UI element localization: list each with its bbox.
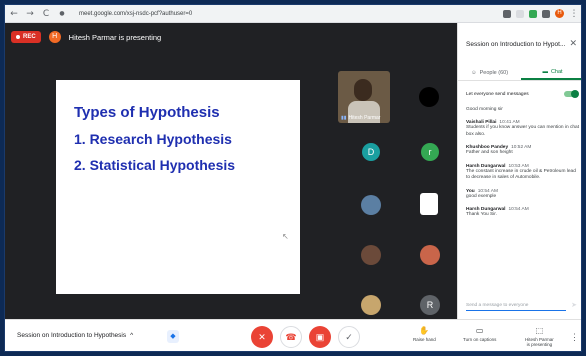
participant-tile[interactable]: r (421, 143, 439, 161)
hand-icon: ✋ (419, 326, 430, 335)
presenting-button[interactable]: ⬚ Hitesh Parmar is presenting (525, 326, 554, 347)
more-options-icon[interactable]: ⋮ (570, 332, 579, 343)
reload-icon[interactable]: C (41, 9, 51, 19)
meeting-title: Session on Introduction to Hypothesis (17, 332, 127, 339)
message: Khushboo Pandey 10:52 AM Father and son h… (466, 145, 532, 156)
audio-bars-icon: ▮▮ (341, 115, 347, 121)
camera-off-button[interactable]: ▣ (309, 326, 331, 348)
leave-call-button[interactable]: ☎ (280, 326, 302, 348)
extension-icons: H ⋮ (503, 9, 579, 19)
back-icon[interactable]: ← (9, 9, 19, 19)
slide-item: 2. Statistical Hypothesis (74, 157, 236, 173)
participant-tile[interactable] (361, 295, 381, 315)
record-dot-icon (16, 35, 20, 39)
lock-icon: ● (59, 10, 65, 17)
recording-header: REC H Hitesh Parmar is presenting (11, 31, 161, 43)
check-icon: ✓ (345, 331, 353, 342)
panel-title: Session on Introduction to Hypot... (466, 41, 566, 48)
message: Harsh Dungarwal 10:54 AM Thank You Sir. (466, 207, 529, 218)
forward-icon[interactable]: → (25, 9, 35, 19)
message: Vaishali Pillai 10:41 AM Students if you … (466, 120, 580, 137)
participant-tile[interactable] (420, 245, 440, 265)
captions-button[interactable]: ▭ Turn on captions (463, 326, 496, 342)
message: You 10:54 AM good exemple (466, 188, 498, 199)
tab-people[interactable]: ☺ People (60) (458, 65, 521, 80)
meeting-details[interactable]: Session on Introduction to Hypothesis ^ (17, 332, 133, 339)
message: Good morning sir (466, 107, 503, 112)
presenter-avatar: H (48, 31, 61, 43)
puzzle-icon[interactable] (542, 9, 550, 18)
video-name-label: ▮▮ Hitesh Parmar (341, 115, 381, 121)
message-list: Good morning sir Vaishali Pillai 10:41 AM… (466, 107, 580, 226)
camera-icon[interactable] (503, 9, 511, 18)
participant-tile[interactable]: D (362, 143, 380, 161)
browser-window: ← → C ● meet.google.com/xsj-nsdc-pcf?aut… (4, 4, 582, 352)
participant-tile[interactable] (420, 193, 438, 215)
participant-tile[interactable] (361, 245, 381, 265)
shield-icon[interactable]: ◆ (167, 330, 179, 343)
toggle-label: Let everyone send messages (466, 91, 529, 97)
chevron-up-icon: ^ (130, 332, 134, 339)
people-icon: ☺ (470, 69, 477, 76)
address-bar[interactable]: meet.google.com/xsj-nsdc-pcf?authuser=0 (79, 11, 497, 17)
star-icon[interactable] (516, 9, 524, 18)
tab-chat[interactable]: ▬ Chat (521, 65, 581, 80)
menu-dots-icon[interactable]: ⋮ (569, 9, 579, 19)
message: Harsh Dungarwal 10:53 AM The constant inc… (466, 163, 576, 181)
send-messages-toggle-row: Let everyone send messages (466, 89, 579, 98)
slide-title: Types of Hypothesis (74, 104, 220, 121)
camera-off-icon: ▣ (315, 331, 325, 342)
rec-label: REC (23, 34, 36, 40)
chat-icon: ▬ (542, 68, 548, 75)
browser-toolbar: ← → C ● meet.google.com/xsj-nsdc-pcf?aut… (5, 5, 581, 23)
check-button[interactable]: ✓ (338, 326, 360, 348)
panel-tabs: ☺ People (60) ▬ Chat (458, 65, 581, 81)
close-icon[interactable]: ✕ (569, 39, 577, 49)
meeting-controls: Session on Introduction to Hypothesis ^ … (5, 319, 581, 351)
chat-panel: Session on Introduction to Hypot... ✕ ☺ … (457, 23, 581, 319)
message-input[interactable]: Send a message to everyone (466, 303, 566, 311)
participant-tile[interactable]: R (420, 295, 440, 315)
mic-off-icon: ✕ (258, 331, 266, 342)
recording-badge: REC (11, 31, 41, 43)
extension-green-icon[interactable] (529, 9, 537, 18)
send-icon[interactable]: ➤ (571, 301, 577, 309)
mic-off-button[interactable]: ✕ (251, 326, 273, 348)
presenting-label: Hitesh Parmar is presenting (68, 32, 162, 42)
mouse-cursor-icon: ↖ (282, 232, 289, 241)
participant-tile[interactable] (419, 87, 439, 107)
send-messages-toggle[interactable] (564, 89, 579, 98)
profile-avatar[interactable]: H (555, 9, 564, 18)
captions-icon: ▭ (475, 326, 484, 335)
phone-hangup-icon: ☎ (285, 331, 297, 342)
presentation-slide: Types of Hypothesis 1. Research Hypothes… (56, 80, 300, 294)
presenter-video-tile[interactable]: ▮▮ Hitesh Parmar (338, 71, 390, 123)
presenter-head (354, 79, 372, 101)
slide-item: 1. Research Hypothesis (74, 131, 232, 147)
participant-tile[interactable] (361, 195, 381, 215)
present-screen-icon: ⬚ (535, 326, 544, 335)
meeting-stage: REC H Hitesh Parmar is presenting Types … (5, 23, 457, 319)
raise-hand-button[interactable]: ✋ Raise hand (413, 326, 436, 342)
